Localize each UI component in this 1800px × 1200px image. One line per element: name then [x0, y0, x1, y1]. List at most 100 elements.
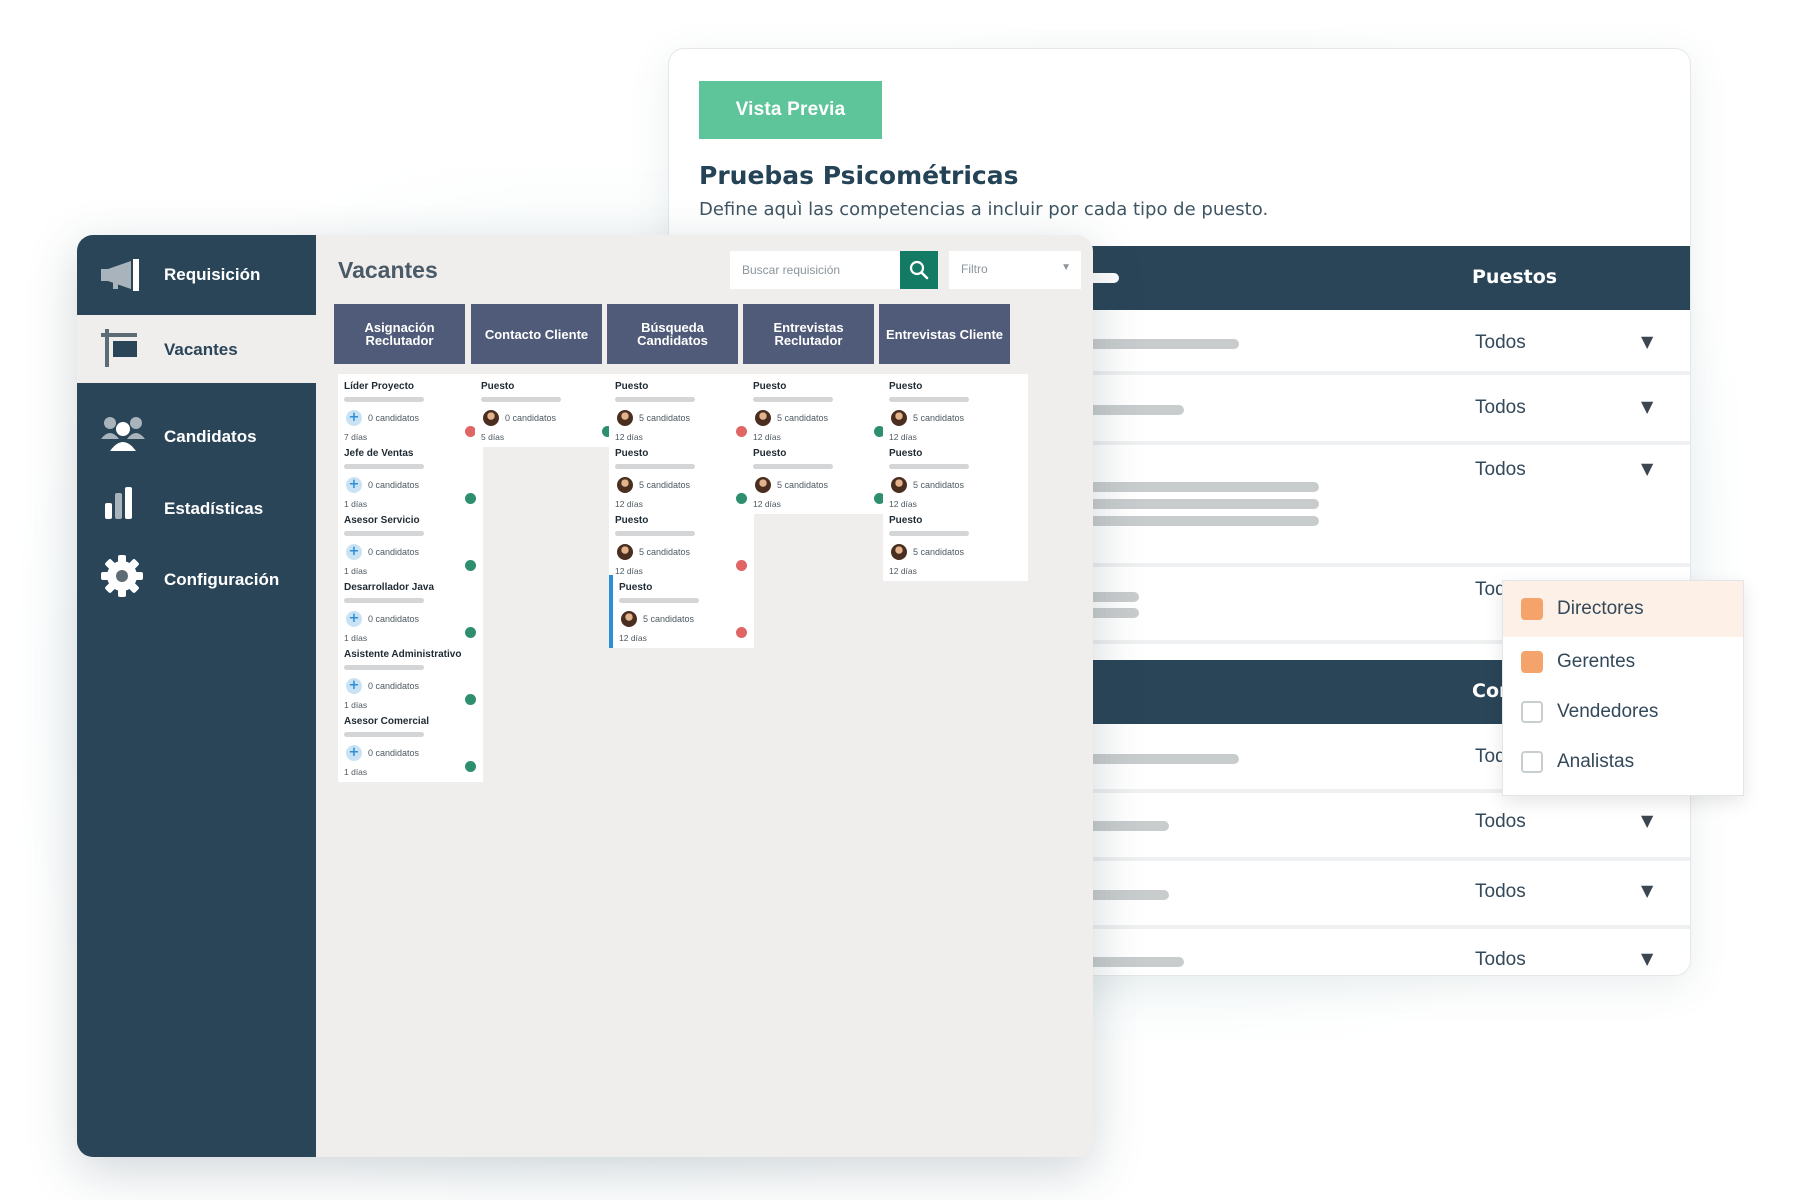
- add-candidate-icon[interactable]: +: [346, 611, 362, 627]
- status-dot: [465, 627, 476, 638]
- row-select-value[interactable]: Todos: [1475, 811, 1526, 833]
- vacancy-card[interactable]: Puesto 5 candidatos 12 días: [609, 374, 754, 447]
- row-select-value[interactable]: Todos: [1475, 949, 1526, 971]
- card-placeholder-bar: [344, 397, 424, 402]
- card-placeholder-bar: [481, 397, 561, 402]
- candidate-count: 5 candidatos: [643, 614, 695, 624]
- card-title: Puesto: [889, 515, 923, 526]
- page-title: Pruebas Psicométricas: [699, 161, 1019, 190]
- row-select-value[interactable]: Todos: [1475, 397, 1526, 419]
- vacancy-card[interactable]: Puesto 5 candidatos 12 días: [609, 575, 754, 648]
- sidebar-item-candidatos[interactable]: Candidatos: [77, 395, 316, 475]
- card-placeholder-bar: [889, 464, 969, 469]
- vacancies-board: Vacantes Filtro ▼ Asignación Reclutador L…: [316, 235, 1093, 1157]
- row-placeholder-bar: [1079, 339, 1239, 349]
- chevron-down-icon[interactable]: ▼: [1641, 332, 1653, 351]
- checkbox-unchecked[interactable]: [1521, 701, 1543, 723]
- card-placeholder-bar: [753, 464, 833, 469]
- vacancy-card[interactable]: Jefe de Ventas +0 candidatos 1 días: [338, 441, 483, 514]
- dropdown-option-analistas[interactable]: Analistas: [1503, 734, 1743, 790]
- status-dot: [736, 493, 747, 504]
- search-icon: [909, 260, 929, 280]
- avatar: [891, 410, 907, 426]
- vacancy-card[interactable]: Puesto 5 candidatos 12 días: [883, 374, 1028, 447]
- vacancy-card[interactable]: Puesto 5 candidatos 12 días: [883, 441, 1028, 514]
- vacancy-card[interactable]: Asesor Comercial +0 candidatos 1 días: [338, 709, 483, 782]
- vacancy-card[interactable]: Desarrollador Java +0 candidatos 1 días: [338, 575, 483, 648]
- search-button[interactable]: [900, 251, 938, 289]
- days-open: 5 días: [481, 432, 505, 442]
- status-dot: [736, 627, 747, 638]
- checkbox-checked[interactable]: [1521, 598, 1543, 620]
- option-label: Gerentes: [1557, 651, 1636, 672]
- add-candidate-icon[interactable]: +: [346, 477, 362, 493]
- card-placeholder-bar: [344, 732, 424, 737]
- vacancy-card[interactable]: Puesto 5 candidatos 12 días: [747, 374, 892, 447]
- sidebar-item-vacantes[interactable]: Vacantes: [77, 315, 316, 383]
- card-title: Puesto: [889, 381, 923, 392]
- row-select-value[interactable]: Todos: [1475, 332, 1526, 354]
- users-icon: [101, 415, 145, 455]
- card-title: Puesto: [615, 381, 649, 392]
- candidate-count: 5 candidatos: [913, 413, 965, 423]
- vacancy-card[interactable]: Líder Proyecto +0 candidatos 7 días: [338, 374, 483, 447]
- vacancy-card[interactable]: Puesto 5 candidatos 12 días: [609, 441, 754, 514]
- card-title: Líder Proyecto: [344, 381, 415, 392]
- status-dot: [736, 426, 747, 437]
- row-select-value[interactable]: Todos: [1475, 459, 1526, 481]
- candidate-count: 5 candidatos: [639, 413, 691, 423]
- card-placeholder-bar: [344, 531, 424, 536]
- checkbox-unchecked[interactable]: [1521, 751, 1543, 773]
- filter-select[interactable]: Filtro ▼: [949, 251, 1081, 289]
- add-candidate-icon[interactable]: +: [346, 410, 362, 426]
- add-candidate-icon[interactable]: +: [346, 678, 362, 694]
- dropdown-option-directores[interactable]: Directores: [1503, 581, 1743, 637]
- signpost-icon: [101, 329, 141, 371]
- card-title: Puesto: [619, 582, 653, 593]
- sidebar-item-estadisticas[interactable]: Estadísticas: [77, 465, 316, 545]
- column-header: Entrevistas Cliente: [879, 304, 1010, 364]
- vacancy-card[interactable]: Asistente Administrativo +0 candidatos 1 d…: [338, 642, 483, 715]
- row-select-value[interactable]: Todos: [1475, 881, 1526, 903]
- puestos-dropdown-menu: Directores Gerentes Vendedores Analistas: [1502, 580, 1744, 796]
- sidebar-item-requisicion[interactable]: Requisición: [77, 235, 316, 315]
- chevron-down-icon[interactable]: ▼: [1641, 811, 1653, 830]
- checkbox-checked[interactable]: [1521, 651, 1543, 673]
- search-input[interactable]: [730, 251, 900, 289]
- vacancy-card[interactable]: Puesto 5 candidatos 12 días: [883, 508, 1028, 581]
- page-subtitle: Define aquì las competencias a incluir p…: [699, 199, 1269, 220]
- card-title: Puesto: [481, 381, 515, 392]
- days-open: 1 días: [344, 767, 368, 777]
- preview-button[interactable]: Vista Previa: [699, 81, 882, 139]
- vacancy-card[interactable]: Puesto 5 candidatos 12 días: [747, 441, 892, 514]
- chevron-down-icon[interactable]: ▼: [1641, 949, 1653, 968]
- card-placeholder-bar: [615, 531, 695, 536]
- status-dot: [465, 761, 476, 772]
- add-candidate-icon[interactable]: +: [346, 544, 362, 560]
- sidebar-item-configuracion[interactable]: Configuración: [77, 535, 316, 615]
- vacancy-card[interactable]: Asesor Servicio +0 candidatos 1 días: [338, 508, 483, 581]
- card-title: Puesto: [615, 515, 649, 526]
- candidate-count: 0 candidatos: [368, 614, 420, 624]
- dropdown-option-vendedores[interactable]: Vendedores: [1503, 684, 1743, 740]
- vacancy-card[interactable]: Puesto 5 candidatos 12 días: [609, 508, 754, 581]
- card-placeholder-bar: [344, 598, 424, 603]
- status-dot: [465, 694, 476, 705]
- card-title: Puesto: [753, 381, 787, 392]
- card-title: Asesor Comercial: [344, 716, 430, 727]
- candidate-count: 0 candidatos: [368, 413, 420, 423]
- candidate-count: 5 candidatos: [913, 547, 965, 557]
- dropdown-option-gerentes[interactable]: Gerentes: [1503, 634, 1743, 690]
- add-candidate-icon[interactable]: +: [346, 745, 362, 761]
- chevron-down-icon[interactable]: ▼: [1641, 881, 1653, 900]
- avatar: [617, 544, 633, 560]
- card-placeholder-bar: [889, 531, 969, 536]
- candidate-count: 5 candidatos: [777, 480, 829, 490]
- card-title: Puesto: [615, 448, 649, 459]
- chevron-down-icon[interactable]: ▼: [1641, 397, 1653, 416]
- status-dot: [736, 560, 747, 571]
- vacancy-card[interactable]: Puesto 0 candidatos 5 días: [475, 374, 620, 447]
- candidate-count: 0 candidatos: [505, 413, 557, 423]
- chevron-down-icon[interactable]: ▼: [1641, 459, 1653, 478]
- sidebar-item-label: Estadísticas: [164, 499, 264, 518]
